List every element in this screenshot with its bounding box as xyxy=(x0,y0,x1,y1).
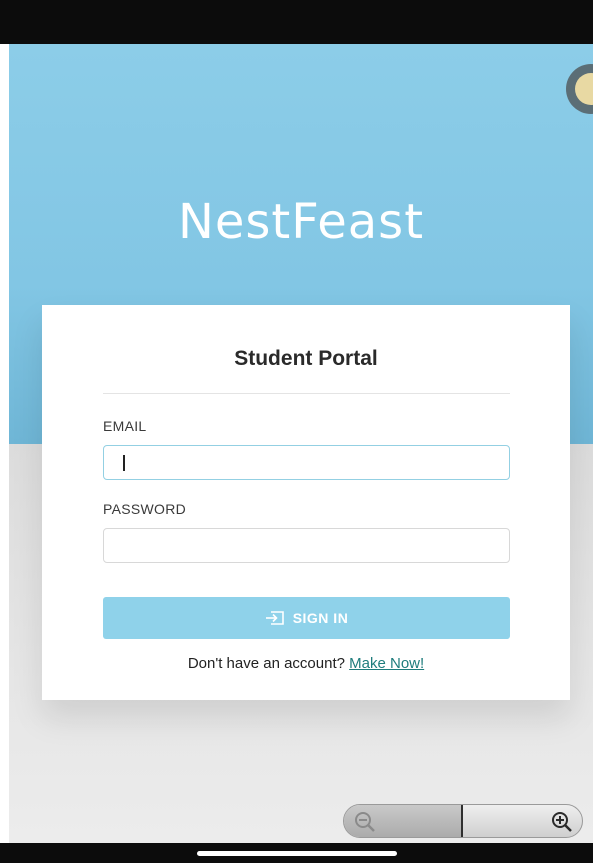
email-field[interactable] xyxy=(103,445,510,480)
signup-link[interactable]: Make Now! xyxy=(349,655,424,672)
signup-prompt: Don't have an account? xyxy=(187,655,345,672)
password-label: PASSWORD xyxy=(103,501,187,517)
home-indicator[interactable] xyxy=(197,851,397,856)
login-card: Student Portal EMAIL PASSWORD SIGN IN Do xyxy=(42,305,570,700)
avatar-image xyxy=(575,73,593,105)
home-bar xyxy=(0,843,593,863)
text-cursor xyxy=(123,455,125,471)
sign-in-button[interactable]: SIGN IN xyxy=(103,597,510,639)
app-title: NestFeast xyxy=(177,194,425,250)
screen-edge xyxy=(0,44,9,843)
phone-screen: NestFeast Student Portal EMAIL PASSWORD … xyxy=(0,0,593,863)
password-field[interactable] xyxy=(103,528,510,563)
heading-divider xyxy=(103,393,510,394)
zoom-control xyxy=(343,804,583,838)
zoom-out-button[interactable] xyxy=(344,805,461,837)
sign-in-label: SIGN IN xyxy=(292,610,349,626)
app-viewport: NestFeast Student Portal EMAIL PASSWORD … xyxy=(9,44,593,843)
zoom-in-button[interactable] xyxy=(463,805,582,837)
zoom-out-icon xyxy=(354,811,376,833)
card-heading: Student Portal xyxy=(234,347,378,370)
sign-in-icon xyxy=(265,611,285,625)
status-bar xyxy=(0,0,593,44)
zoom-in-icon xyxy=(551,811,573,833)
signup-prompt-line: Don't have an account? Make Now! xyxy=(42,655,570,672)
email-label: EMAIL xyxy=(103,418,147,434)
